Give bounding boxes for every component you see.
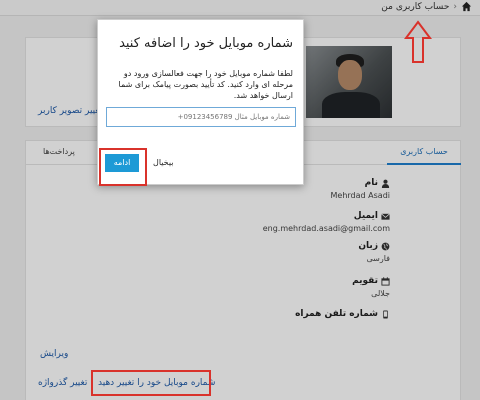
dialog-description: لطفا شماره موبایل خود را جهت فعالسازی ور… — [118, 69, 293, 100]
continue-highlight-box — [99, 148, 147, 186]
annotation-arrow-icon — [404, 20, 432, 63]
cancel-button[interactable]: بیخیال — [153, 154, 173, 172]
change-mobile-highlight-box — [91, 370, 211, 396]
mobile-input[interactable] — [106, 107, 296, 127]
dialog-title: شماره موبایل خود را اضافه کنید — [119, 36, 293, 51]
